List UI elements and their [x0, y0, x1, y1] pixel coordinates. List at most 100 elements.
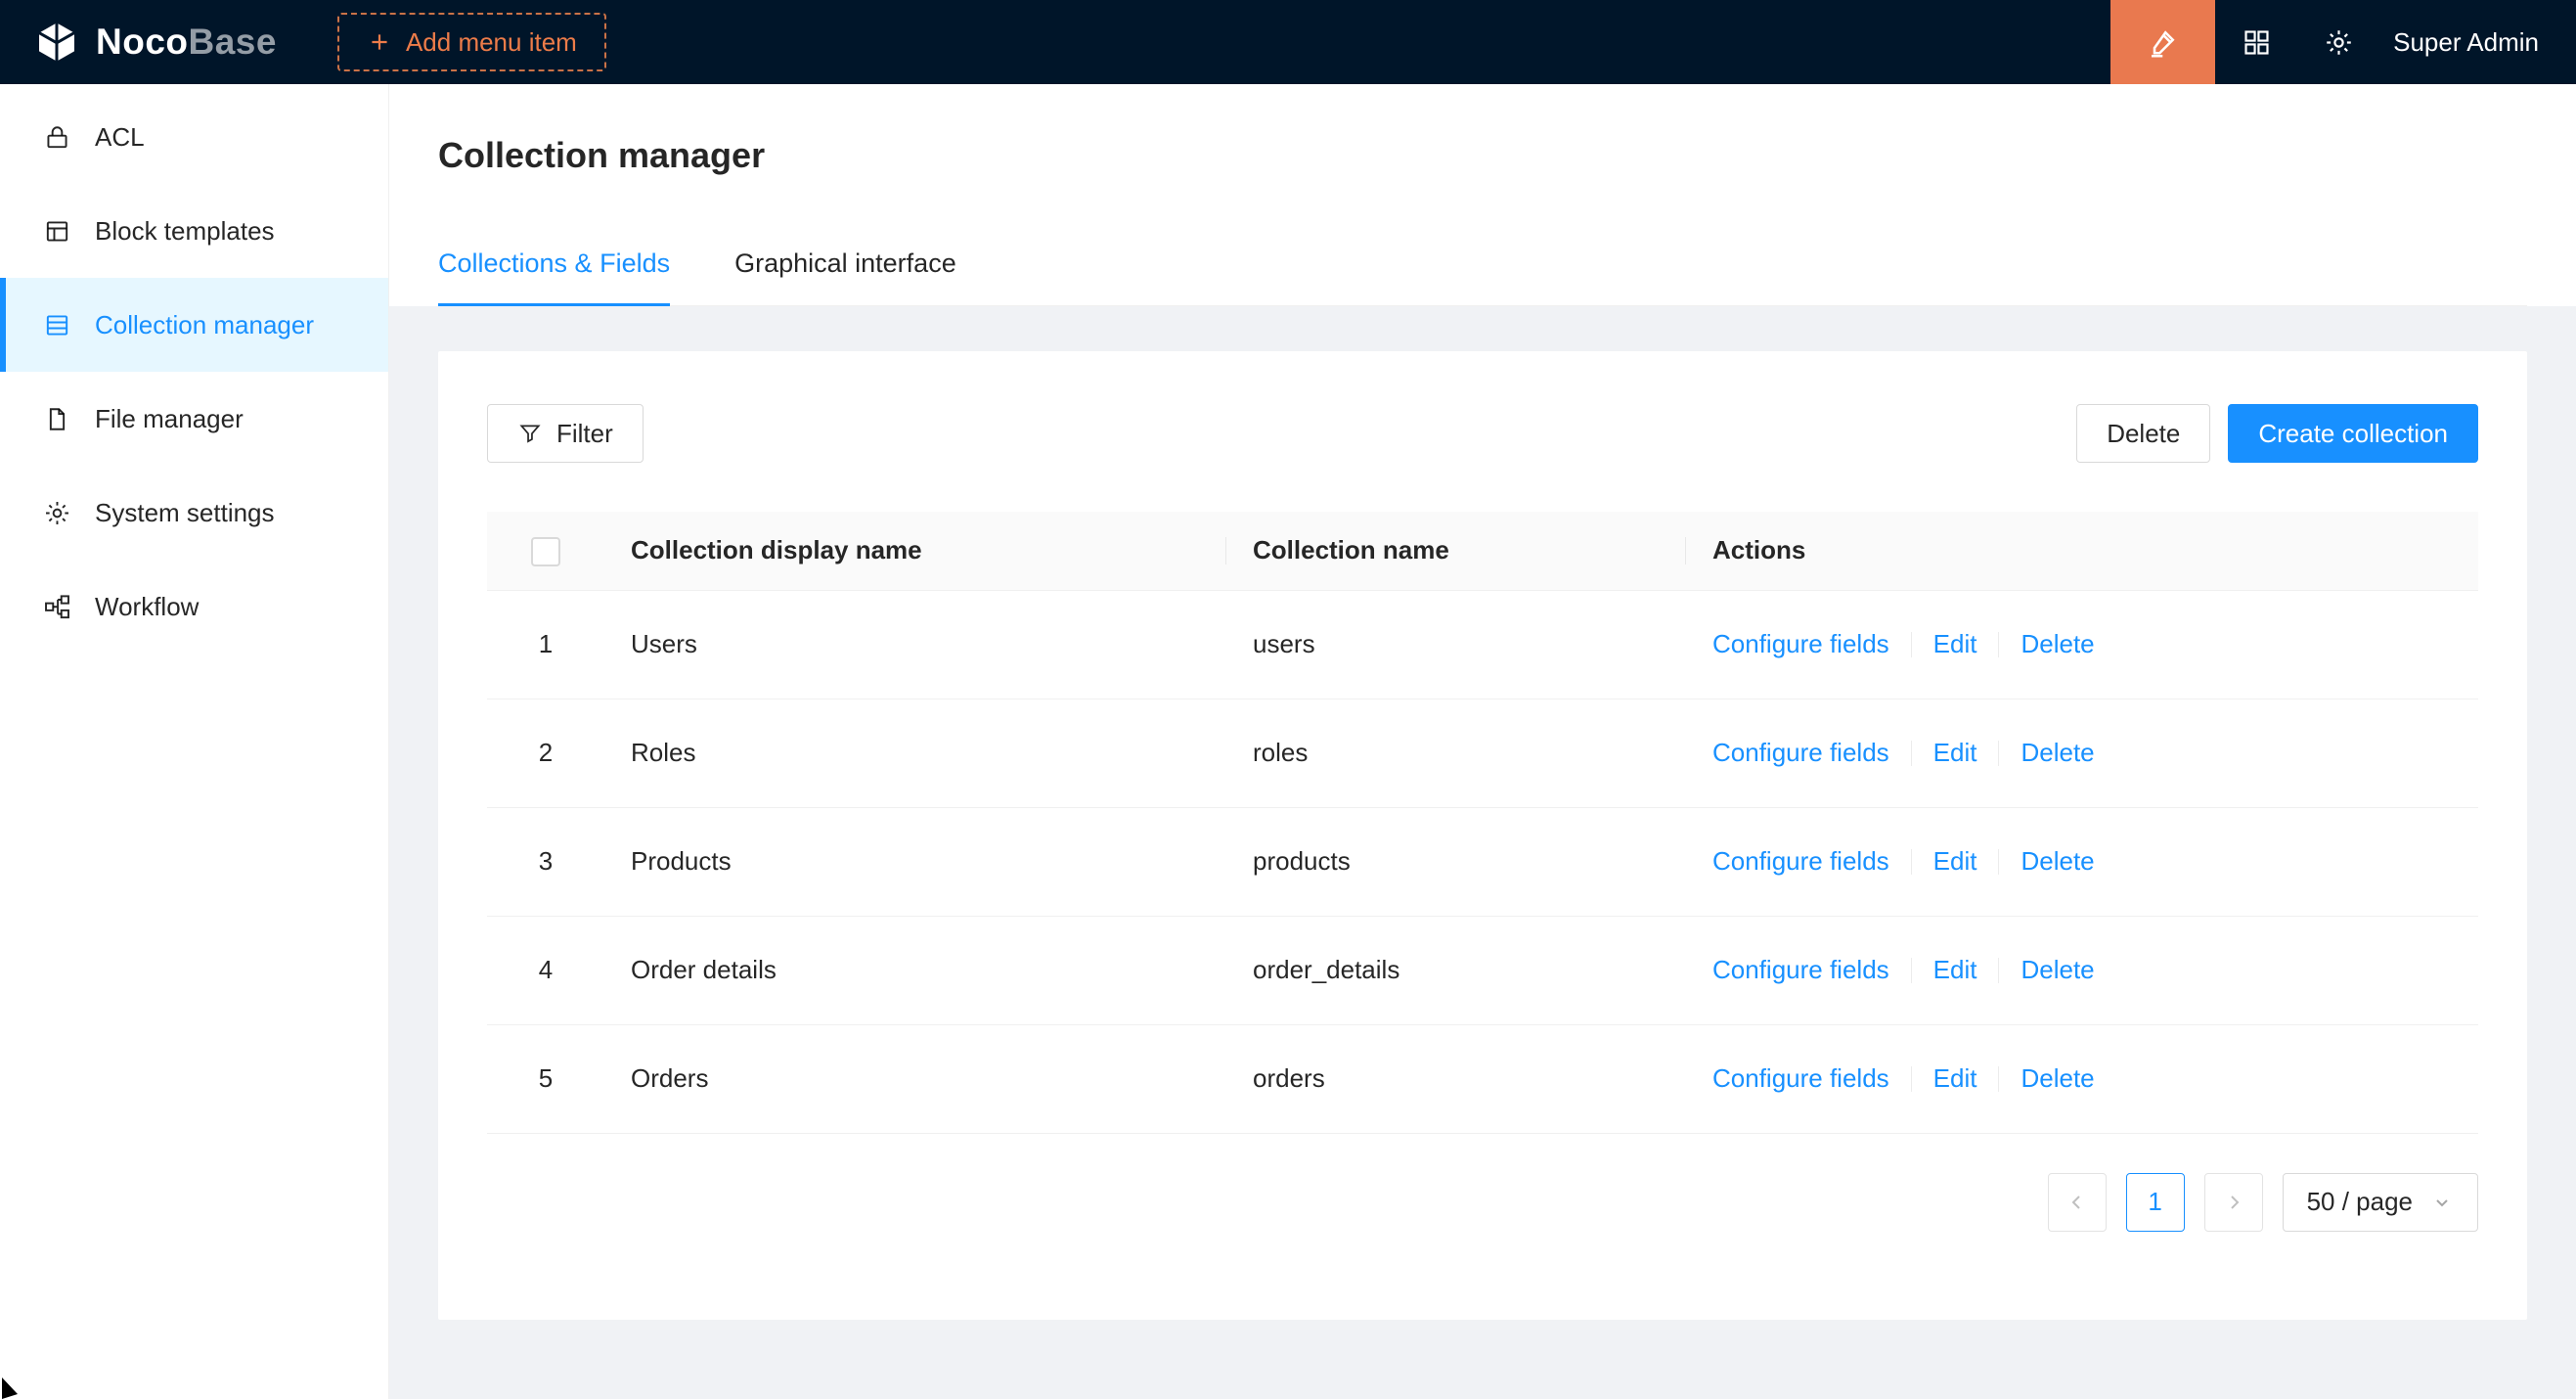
row-index: 2	[487, 699, 604, 807]
table-row: 2 Roles roles Configure fields Edit Dele…	[487, 699, 2478, 807]
workflow-icon	[43, 593, 71, 621]
pagination: 1 50 / page	[487, 1173, 2478, 1232]
tabs: Collections & Fields Graphical interface	[438, 248, 2527, 306]
collection-name-cell: roles	[1226, 699, 1686, 807]
select-all-checkbox[interactable]	[531, 537, 560, 566]
ui-editor-button[interactable]	[2110, 0, 2215, 84]
add-menu-item-button[interactable]: Add menu item	[337, 13, 606, 71]
chevron-left-icon	[2065, 1191, 2089, 1214]
gear-icon	[2324, 27, 2354, 58]
content-area: Filter Delete Create collection Collec	[389, 306, 2576, 1399]
topbar-right: Super Admin	[2110, 0, 2576, 84]
edit-link[interactable]: Edit	[1933, 738, 1977, 768]
sidebar-item-block-templates[interactable]: Block templates	[0, 184, 388, 278]
tab-collections-fields[interactable]: Collections & Fields	[438, 248, 670, 305]
nocobase-logo-icon	[33, 19, 80, 66]
edit-link[interactable]: Edit	[1933, 629, 1977, 659]
sidebar-item-system-settings[interactable]: System settings	[0, 466, 388, 560]
table-toolbar: Filter Delete Create collection	[487, 404, 2478, 463]
table-row: 5 Orders orders Configure fields Edit De…	[487, 1024, 2478, 1133]
delete-link[interactable]: Delete	[2021, 1063, 2094, 1094]
sidebar-item-label: Block templates	[95, 216, 275, 247]
configure-fields-link[interactable]: Configure fields	[1712, 846, 1889, 877]
collection-name-cell: users	[1226, 590, 1686, 699]
app-window: NocoBase Add menu item Super Admin	[0, 0, 2576, 1399]
collection-display-name-cell: Roles	[604, 699, 1226, 807]
collections-table: Collection display name Collection name …	[487, 512, 2478, 1134]
sidebar-item-collection-manager[interactable]: Collection manager	[0, 278, 388, 372]
sidebar-item-label: File manager	[95, 404, 244, 434]
table-header-row: Collection display name Collection name …	[487, 512, 2478, 590]
brand-logo[interactable]: NocoBase	[0, 19, 310, 66]
column-header-name: Collection name	[1226, 512, 1686, 590]
topbar: NocoBase Add menu item Super Admin	[0, 0, 2576, 84]
sidebar-item-acl[interactable]: ACL	[0, 90, 388, 184]
block-template-icon	[43, 217, 71, 246]
collection-display-name-cell: Orders	[604, 1024, 1226, 1133]
sidebar-item-label: ACL	[95, 122, 145, 153]
page-size-select[interactable]: 50 / page	[2283, 1173, 2478, 1232]
configure-fields-link[interactable]: Configure fields	[1712, 738, 1889, 768]
collection-name-cell: products	[1226, 807, 1686, 916]
table-row: 4 Order details order_details Configure …	[487, 916, 2478, 1024]
body-row: ACL Block templates Collection manager F…	[0, 84, 2576, 1399]
sidebar-item-label: System settings	[95, 498, 275, 528]
sidebar-item-label: Collection manager	[95, 310, 314, 340]
edit-link[interactable]: Edit	[1933, 1063, 1977, 1094]
action-divider	[1911, 741, 1912, 766]
delete-link[interactable]: Delete	[2021, 738, 2094, 768]
chevron-right-icon	[2222, 1191, 2245, 1214]
table-row: 3 Products products Configure fields Edi…	[487, 807, 2478, 916]
row-actions: Configure fields Edit Delete	[1712, 629, 2452, 659]
sidebar-item-label: Workflow	[95, 592, 199, 622]
row-actions: Configure fields Edit Delete	[1712, 846, 2452, 877]
current-user[interactable]: Super Admin	[2379, 27, 2576, 58]
next-page-button[interactable]	[2204, 1173, 2263, 1232]
delete-link[interactable]: Delete	[2021, 629, 2094, 659]
delete-button[interactable]: Delete	[2076, 404, 2210, 463]
main-content: Collection manager Collections & Fields …	[389, 84, 2576, 1399]
filter-button[interactable]: Filter	[487, 404, 644, 463]
prev-page-button[interactable]	[2048, 1173, 2107, 1232]
edit-link[interactable]: Edit	[1933, 955, 1977, 985]
column-header-actions: Actions	[1686, 512, 2478, 590]
collection-display-name-cell: Order details	[604, 916, 1226, 1024]
create-collection-button[interactable]: Create collection	[2228, 404, 2478, 463]
file-icon	[43, 405, 71, 433]
collection-name-cell: orders	[1226, 1024, 1686, 1133]
configure-fields-link[interactable]: Configure fields	[1712, 955, 1889, 985]
configure-fields-link[interactable]: Configure fields	[1712, 629, 1889, 659]
collection-table-icon	[43, 311, 71, 339]
brand-text: NocoBase	[96, 22, 277, 63]
add-menu-item-label: Add menu item	[406, 27, 577, 58]
delete-link[interactable]: Delete	[2021, 955, 2094, 985]
page-1-button[interactable]: 1	[2126, 1173, 2185, 1232]
action-divider	[1911, 632, 1912, 657]
action-divider	[1998, 849, 1999, 875]
settings-button[interactable]	[2297, 0, 2379, 84]
sidebar-item-file-manager[interactable]: File manager	[0, 372, 388, 466]
row-index: 3	[487, 807, 604, 916]
action-divider	[1911, 958, 1912, 983]
row-index: 4	[487, 916, 604, 1024]
page-size-value: 50 / page	[2307, 1187, 2413, 1217]
tab-graphical-interface[interactable]: Graphical interface	[734, 248, 956, 305]
filter-icon	[517, 421, 543, 446]
edit-link[interactable]: Edit	[1933, 846, 1977, 877]
action-divider	[1998, 1066, 1999, 1092]
column-header-display-name: Collection display name	[604, 512, 1226, 590]
plus-icon	[367, 29, 392, 55]
page-title: Collection manager	[438, 135, 2527, 176]
sidebar-item-workflow[interactable]: Workflow	[0, 560, 388, 654]
plugins-button[interactable]	[2215, 0, 2297, 84]
collection-name-cell: order_details	[1226, 916, 1686, 1024]
collection-display-name-cell: Products	[604, 807, 1226, 916]
highlighter-icon	[2146, 24, 2181, 60]
delete-link[interactable]: Delete	[2021, 846, 2094, 877]
row-actions: Configure fields Edit Delete	[1712, 738, 2452, 768]
row-index: 5	[487, 1024, 604, 1133]
table-row: 1 Users users Configure fields Edit Dele…	[487, 590, 2478, 699]
page-header: Collection manager Collections & Fields …	[389, 84, 2576, 306]
toolbar-right: Delete Create collection	[2076, 404, 2478, 463]
configure-fields-link[interactable]: Configure fields	[1712, 1063, 1889, 1094]
